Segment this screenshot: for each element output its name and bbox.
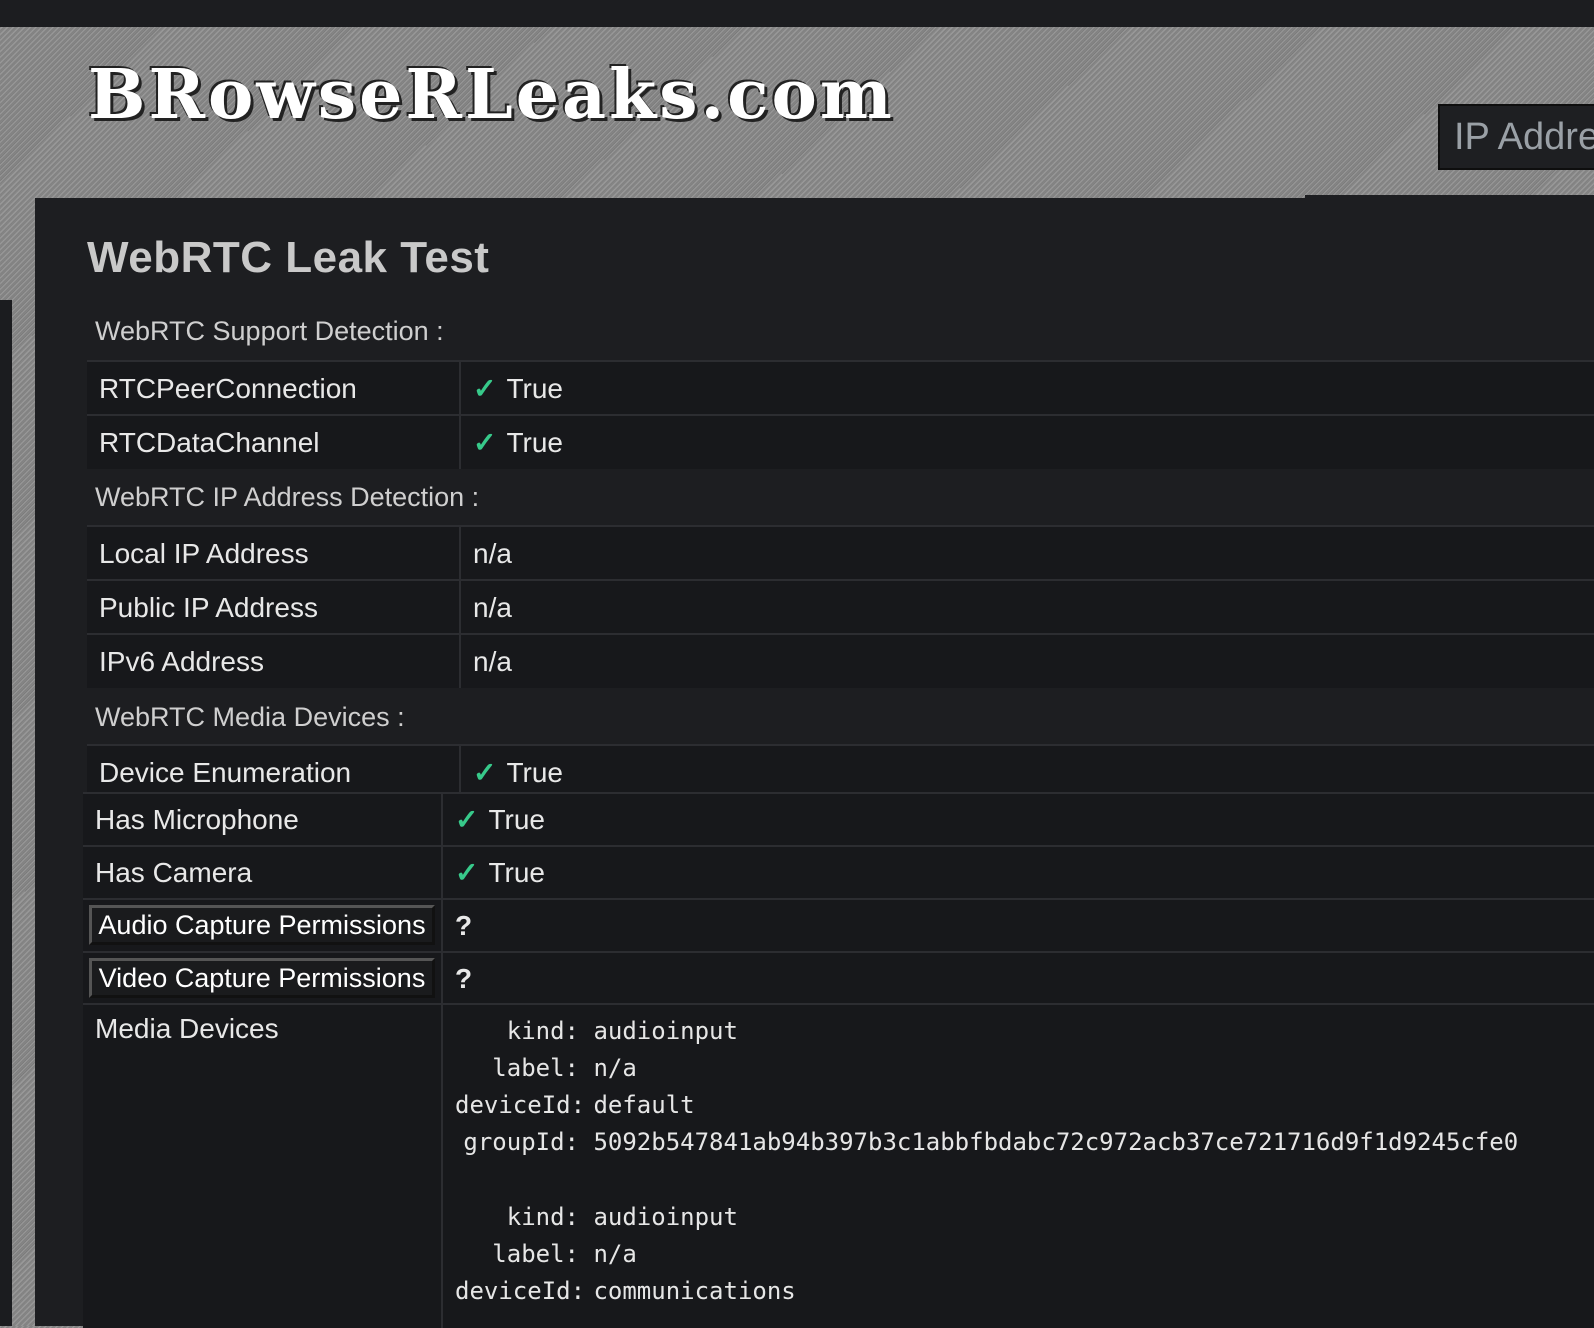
column-divider [459,635,461,688]
row-key: Has Camera [95,857,253,888]
column-divider [459,416,461,469]
row-key: RTCPeerConnection [99,373,357,404]
row-value: n/a [473,592,512,623]
row-audio-permissions: Audio Capture Permissions ? [83,898,1594,952]
row-rtcdatachannel: RTCDataChannel ✓ True [87,414,1594,469]
row-ipv6: IPv6 Address n/a [87,633,1594,688]
section-media-label: WebRTC Media Devices : [95,702,405,732]
site-logo[interactable]: BRowseRLeaks.com [88,30,895,160]
value-text: True [488,804,546,835]
column-divider [441,847,443,899]
check-icon: ✓ [473,757,497,788]
device-field-label: label: n/a [492,1054,637,1082]
page-title: WebRTC Leak Test [87,233,490,282]
column-divider [441,900,443,952]
video-capture-permissions-button[interactable]: Video Capture Permissions [89,958,435,998]
row-has-microphone: Has Microphone ✓ True [83,792,1594,846]
check-icon: ✓ [473,373,497,404]
main-panel: WebRTC Leak Test WebRTC Support Detectio… [35,198,1594,1328]
device-field-kind: kind: audioinput [506,1017,738,1045]
row-local-ip: Local IP Address n/a [87,525,1594,580]
value-text: True [488,857,546,888]
column-divider [459,527,461,580]
row-value: ✓ True [473,362,563,415]
device-field-kind: kind: audioinput [506,1203,738,1231]
row-device-enumeration: Device Enumeration ✓ True [87,744,1594,799]
media-device-list: kind: audioinput label: n/a deviceId: de… [455,1013,1518,1310]
row-key: Media Devices [95,1013,279,1044]
device-separator [455,1161,1518,1199]
section-support-label: WebRTC Support Detection : [95,316,444,346]
question-icon: ? [455,963,473,994]
row-key: IPv6 Address [99,646,264,677]
value-text: True [506,757,564,788]
device-field-deviceid: deviceId: communications [455,1277,796,1305]
top-bar [0,0,1594,27]
row-rtcpeerconnection: RTCPeerConnection ✓ True [87,360,1594,415]
sidebar-strip [0,300,12,1326]
row-key: Has Microphone [95,804,299,835]
column-divider [459,362,461,415]
check-icon: ✓ [455,857,479,888]
logo-text: BRowseRLeaks.com [88,55,895,135]
row-key: Public IP Address [99,592,318,623]
row-value: ✓ True [455,794,545,846]
value-text: True [506,427,564,458]
column-divider [441,794,443,846]
row-media-devices: Media Devices kind: audioinput label: n/… [83,1003,1594,1328]
row-value: n/a [473,538,512,569]
row-value: ✓ True [473,416,563,469]
row-value: n/a [473,646,512,677]
row-public-ip: Public IP Address n/a [87,579,1594,634]
value-text: True [506,373,564,404]
check-icon: ✓ [473,427,497,458]
row-has-camera: Has Camera ✓ True [83,845,1594,899]
check-icon: ✓ [455,804,479,835]
device-field-deviceid: deviceId: default [455,1091,695,1119]
column-divider [441,953,443,1005]
question-icon: ? [455,910,473,941]
audio-capture-permissions-button[interactable]: Audio Capture Permissions [89,905,435,945]
row-key: Local IP Address [99,538,309,569]
device-field-label: label: n/a [492,1240,637,1268]
row-video-permissions: Video Capture Permissions ? [83,951,1594,1005]
row-key: RTCDataChannel [99,427,320,458]
section-ip-label: WebRTC IP Address Detection : [95,482,480,512]
column-divider [459,581,461,634]
nav-tab-ip-address[interactable]: IP Addre [1438,104,1594,170]
device-field-groupid: groupId: 5092b547841ab94b397b3c1abbfbdab… [463,1128,1519,1156]
column-divider [441,1005,443,1328]
row-value: ✓ True [455,847,545,899]
